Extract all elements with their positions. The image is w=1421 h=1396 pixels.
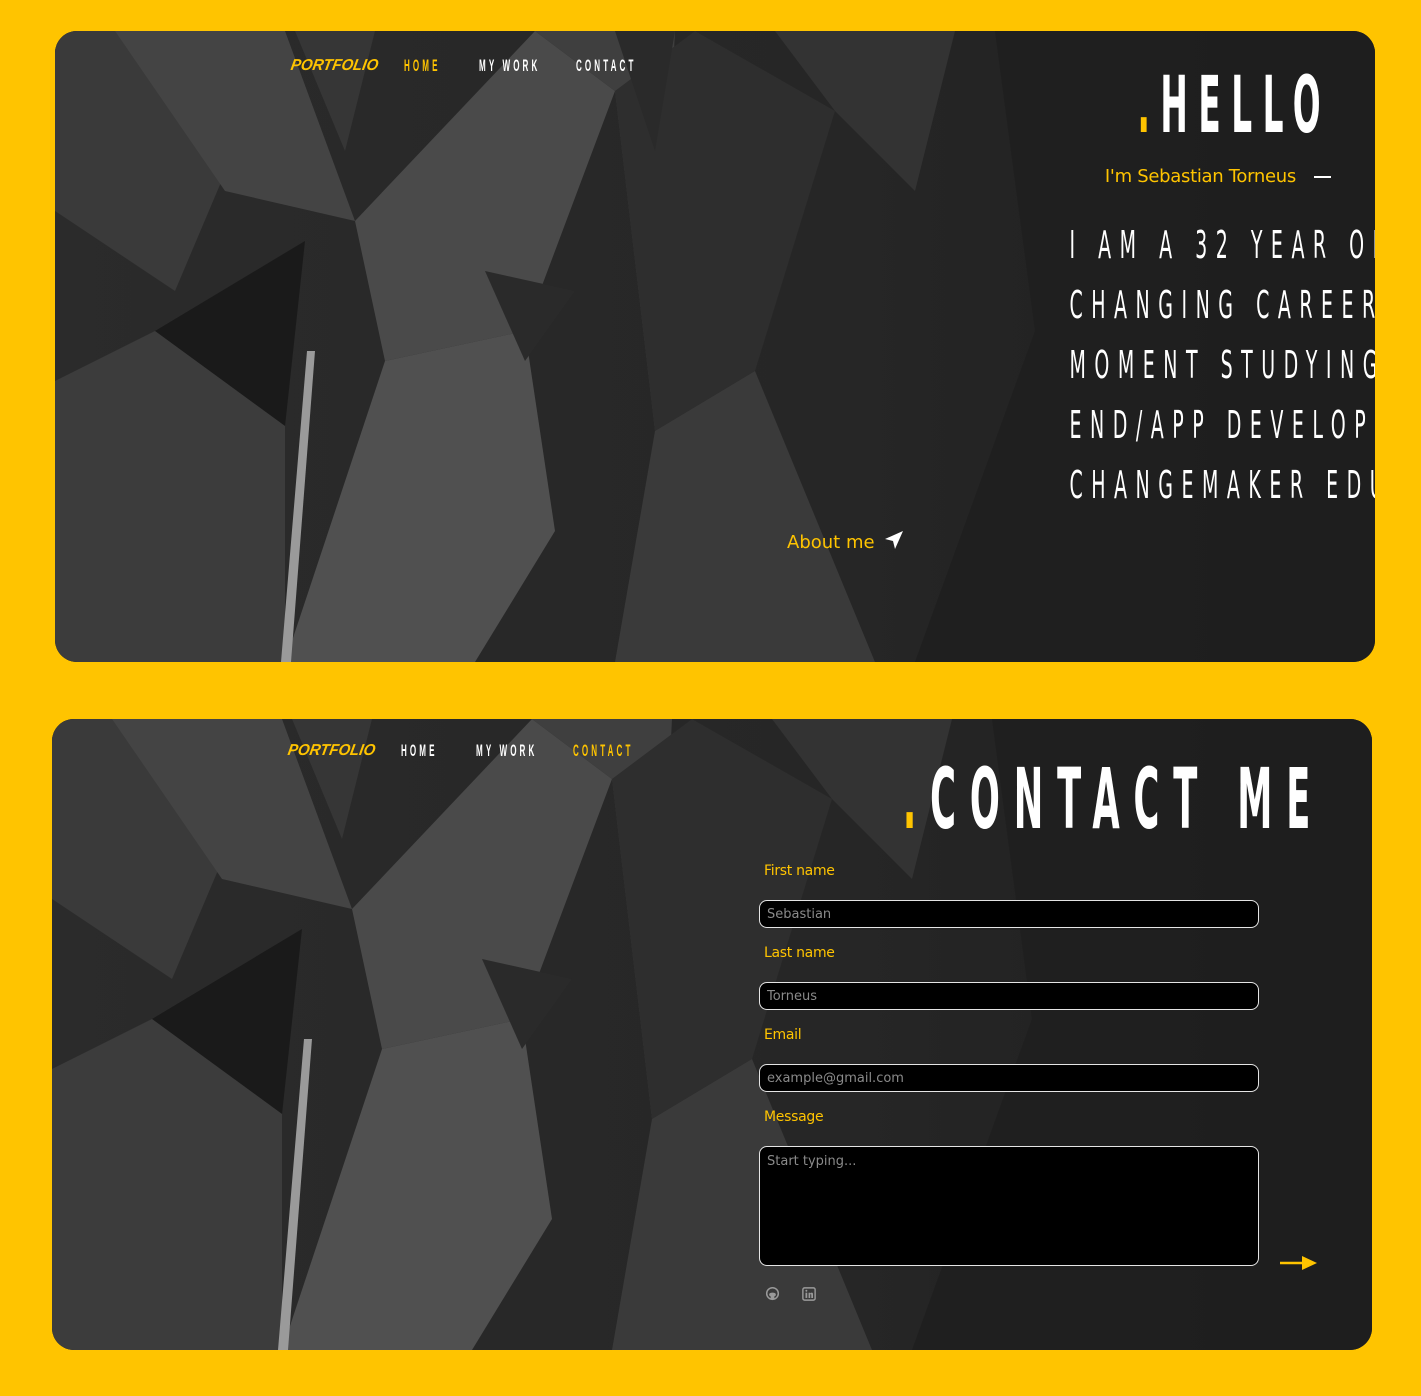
portfolio-logo[interactable]: PORTFOLIO	[289, 56, 379, 74]
about-me-label: About me	[787, 532, 875, 553]
intro-line-last: CHANGEMAKER EDUCATIONS.	[1070, 455, 1376, 515]
last-name-input[interactable]	[759, 982, 1259, 1010]
arrow-right-icon	[1280, 1256, 1317, 1270]
linkedin-icon[interactable]	[802, 1286, 816, 1305]
contact-form: First name Last name Email Message	[759, 863, 1259, 1266]
nav-my-work[interactable]: MY WORK	[476, 741, 537, 760]
nav-home[interactable]: HOME	[401, 741, 438, 760]
contact-title: .CONTACT ME	[903, 757, 1324, 841]
social-links	[765, 1286, 816, 1305]
intro-line-text: CHANGEMAKER EDUCATIONS	[1069, 463, 1376, 507]
main-nav: PORTFOLIO HOME MY WORK CONTACT	[289, 53, 666, 77]
submit-button[interactable]	[1280, 1255, 1318, 1275]
hero-title: .HELLO	[1137, 67, 1331, 145]
contact-title-text: CONTACT ME	[929, 750, 1324, 848]
nav-contact[interactable]: CONTACT	[576, 56, 637, 75]
main-nav: PORTFOLIO HOME MY WORK CONTACT	[286, 738, 663, 762]
intro-line: END/APP DEVELOPMENT AT	[1069, 403, 1376, 447]
nav-my-work[interactable]: MY WORK	[479, 56, 540, 75]
hero-panel: PORTFOLIO HOME MY WORK CONTACT .HELLO I'…	[55, 31, 1375, 662]
send-arrow-icon	[875, 529, 905, 556]
message-label: Message	[764, 1109, 824, 1125]
hello-text: HELLO	[1160, 61, 1331, 151]
email-label: Email	[764, 1027, 802, 1043]
first-name-label: First name	[764, 863, 835, 879]
subtitle-text: I'm Sebastian Torneus	[1104, 166, 1296, 187]
subtitle-dash	[1314, 175, 1331, 178]
nav-home[interactable]: HOME	[404, 56, 441, 75]
title-dot: .	[902, 750, 930, 848]
portfolio-logo[interactable]: PORTFOLIO	[286, 741, 376, 759]
intro-text: I AM A 32 YEAR OLD CHANGING CAREER, AT T…	[791, 215, 1376, 515]
nav-contact[interactable]: CONTACT	[573, 741, 634, 760]
intro-line: MOMENT STUDYING FRONT-	[1069, 343, 1376, 387]
intro-line: I AM A 32 YEAR OLD	[1069, 223, 1376, 267]
intro-line: CHANGING CAREER, AT THE	[1069, 283, 1376, 327]
hero-subtitle: I'm Sebastian Torneus	[1105, 166, 1331, 187]
title-dot: .	[1137, 61, 1161, 151]
last-name-label: Last name	[764, 945, 835, 961]
email-input[interactable]	[759, 1064, 1259, 1092]
message-textarea[interactable]	[759, 1146, 1259, 1266]
contact-panel: PORTFOLIO HOME MY WORK CONTACT .CONTACT …	[52, 719, 1372, 1350]
github-icon[interactable]	[765, 1286, 780, 1305]
about-me-link[interactable]: About me	[787, 529, 905, 556]
first-name-input[interactable]	[759, 900, 1259, 928]
